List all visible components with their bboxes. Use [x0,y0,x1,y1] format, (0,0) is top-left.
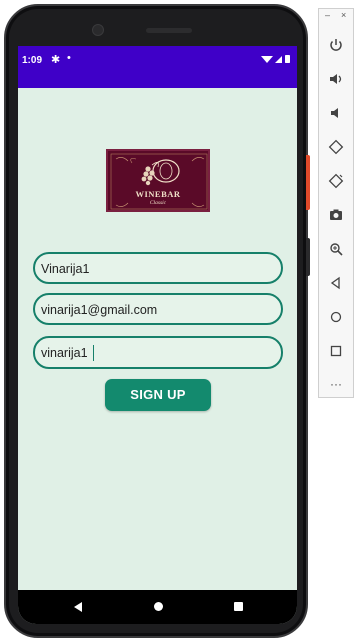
home-circle-icon[interactable] [154,602,163,611]
battery-icon [285,55,290,63]
volume-down-icon[interactable] [327,105,345,123]
email-input[interactable] [41,301,271,319]
winebar-logo: WINEBAR Classic [106,149,210,212]
overview-icon[interactable] [327,343,345,361]
camera-icon[interactable] [327,207,345,225]
logo-title: WINEBAR [135,189,181,199]
volume-side-button[interactable] [306,238,310,276]
status-bar: 1:09 ✱ • [18,46,297,88]
username-input[interactable] [41,260,271,278]
gear-icon: ✱ [51,54,61,66]
close-button[interactable]: × [341,10,346,20]
logo-subtitle: Classic [149,200,167,206]
navigation-bar [18,590,297,624]
sign-up-button[interactable]: SIGN UP [105,379,211,411]
username-field[interactable] [33,252,283,284]
status-icons [261,55,290,63]
emulator-window: 1:09 ✱ • WINEBAR Classic Vinarija1 vinar… [0,0,355,641]
minimize-button[interactable]: – [325,10,330,20]
rotate-right-icon[interactable] [327,173,345,191]
text-caret [93,345,94,361]
rotate-left-icon[interactable] [327,139,345,157]
password-input[interactable] [41,344,271,362]
toolbar-window-controls: – × [319,10,353,22]
signal-icon [275,56,282,63]
home-icon[interactable] [327,309,345,327]
status-time: 1:09 [22,55,43,66]
app-screen: 1:09 ✱ • WINEBAR Classic Vinarija1 vinar… [18,46,297,624]
front-camera [92,24,104,36]
power-icon[interactable] [327,37,345,55]
volume-up-icon[interactable] [327,71,345,89]
power-side-button[interactable] [306,155,310,210]
wifi-icon [261,56,273,63]
emulator-toolbar: – × ··· [318,8,354,398]
password-field[interactable] [33,336,283,369]
earpiece [146,28,192,33]
back-icon[interactable] [327,275,345,293]
recent-square-icon[interactable] [234,602,243,611]
zoom-icon[interactable] [327,241,345,259]
email-field[interactable] [33,293,283,325]
more-options-icon[interactable]: ··· [327,377,345,391]
back-triangle-icon[interactable] [74,602,83,612]
notification-dot: • [67,52,71,64]
